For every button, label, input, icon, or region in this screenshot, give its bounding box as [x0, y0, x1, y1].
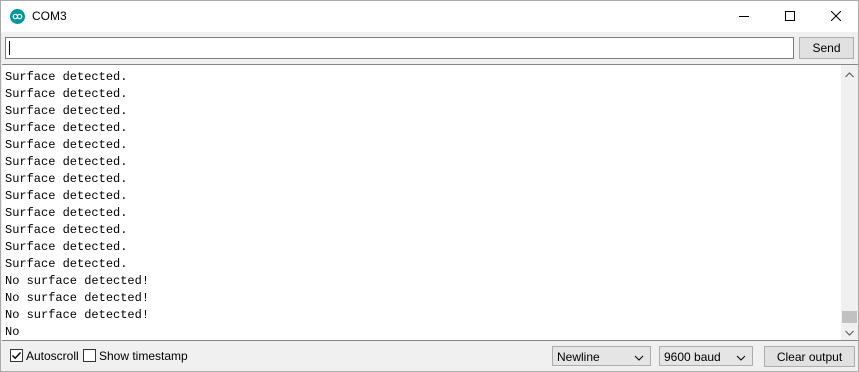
output-line: Surface detected.: [5, 87, 128, 101]
output-line: Surface detected.: [5, 155, 128, 169]
line-ending-value: Newline: [557, 350, 600, 364]
output-line: No surface detected!: [5, 291, 150, 305]
minimize-icon: [739, 10, 749, 24]
output-line: Surface detected.: [5, 104, 128, 118]
output-lines: Surface detected. Surface detected. Surfac…: [5, 69, 835, 339]
output-line: Surface detected.: [5, 121, 128, 135]
baud-rate-value: 9600 baud: [664, 350, 721, 364]
scroll-up-button[interactable]: [841, 65, 858, 82]
output-line: Surface detected.: [5, 240, 128, 254]
close-button[interactable]: [813, 1, 859, 32]
show-timestamp-label[interactable]: Show timestamp: [99, 349, 188, 363]
chevron-down-icon: [736, 351, 746, 365]
vertical-scrollbar[interactable]: [841, 65, 858, 340]
output-line: No surface detected!: [5, 308, 150, 322]
chevron-up-icon: [845, 67, 854, 81]
output-line: Surface detected.: [5, 138, 128, 152]
serial-monitor-window: COM3 Send Surface detected. Surface detec…: [0, 0, 859, 372]
input-row: Send: [1, 32, 858, 64]
output-line: Surface detected.: [5, 70, 128, 84]
window-title: COM3: [32, 9, 67, 23]
maximize-button[interactable]: [767, 1, 813, 32]
output-line: No surface detected!: [5, 274, 150, 288]
checkmark-icon: [12, 352, 22, 360]
show-timestamp-checkbox[interactable]: [83, 349, 96, 362]
arduino-infinity-icon: [10, 9, 25, 24]
text-caret: [9, 41, 10, 55]
output-line: Surface detected.: [5, 257, 128, 271]
maximize-icon: [785, 10, 795, 24]
chevron-down-icon: [845, 325, 854, 339]
line-ending-select[interactable]: Newline: [552, 346, 651, 366]
baud-rate-select[interactable]: 9600 baud: [659, 346, 753, 366]
output-line: Surface detected.: [5, 172, 128, 186]
autoscroll-checkbox[interactable]: [10, 349, 23, 362]
autoscroll-label[interactable]: Autoscroll: [26, 349, 79, 363]
output-line: Surface detected.: [5, 206, 128, 220]
send-button[interactable]: Send: [799, 37, 854, 59]
chevron-down-icon: [634, 351, 644, 365]
output-line: No: [5, 325, 20, 339]
output-line: Surface detected.: [5, 223, 128, 237]
serial-input[interactable]: [5, 37, 794, 59]
scroll-down-button[interactable]: [841, 323, 858, 340]
close-icon: [830, 10, 842, 24]
serial-output[interactable]: Surface detected. Surface detected. Surfac…: [2, 64, 858, 341]
clear-output-button[interactable]: Clear output: [764, 346, 855, 367]
minimize-button[interactable]: [721, 1, 767, 32]
title-bar: COM3: [1, 1, 858, 32]
status-bar: Autoscroll Show timestamp Newline 9600 b…: [1, 341, 858, 371]
output-line: Surface detected.: [5, 189, 128, 203]
scroll-thumb[interactable]: [842, 311, 857, 323]
